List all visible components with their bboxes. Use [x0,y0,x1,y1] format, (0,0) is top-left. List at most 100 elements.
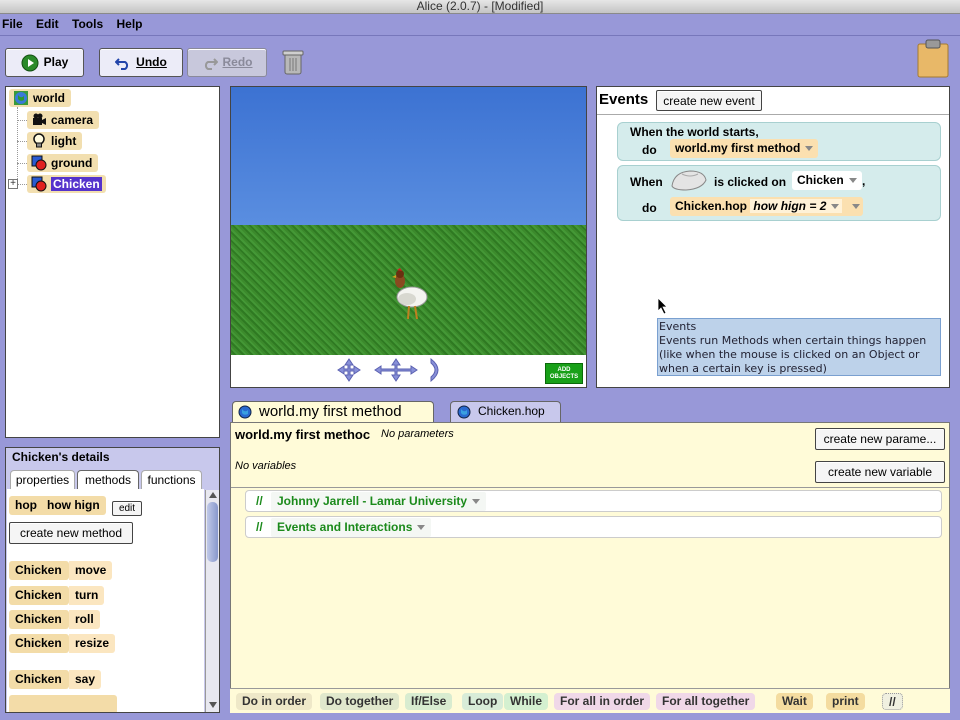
event-mouse-click[interactable]: When is clicked on Chicken , do Chicken.… [617,165,941,221]
tab-functions[interactable]: functions [141,470,202,489]
tree-label-camera: camera [51,113,94,127]
tree-label-light: light [51,134,77,148]
loop-tile[interactable]: Loop [462,693,504,710]
tab-chicken-hop[interactable]: Chicken.hop [450,401,561,422]
event-method-tile[interactable]: world.my first method [670,139,819,158]
play-icon [21,54,39,72]
tab-world-my-first-method[interactable]: world.my first method [232,401,434,423]
method-param-value[interactable]: how hign = 2 [750,199,843,213]
event-clicked-label: is clicked on [714,175,787,189]
event-method-tile[interactable]: Chicken.hop how hign = 2 [670,197,864,216]
menu-help[interactable]: Help [116,14,142,31]
comment-text-tile[interactable]: Events and Interactions [271,518,432,537]
scene-view: ADD OBJECTS [230,86,587,388]
tooltip-line: Events run Methods when certain things h… [659,334,927,347]
editor-divider [231,487,949,488]
menu-file[interactable]: File [2,14,23,31]
clicked-object-dropdown[interactable]: Chicken [792,171,862,190]
dropdown-arrow-icon[interactable] [417,525,426,531]
event-world-starts[interactable]: When the world starts, do world.my first… [617,122,941,161]
tree-item-ground[interactable]: ground [27,154,99,172]
redo-label: Redo [222,55,253,69]
mouse-cursor-icon [657,297,668,315]
method-partial-tile[interactable] [9,695,117,712]
move-camera-arrows-icon [337,358,361,382]
tab-label: Chicken.hop [478,404,545,418]
do-in-order-tile[interactable]: Do in order [236,693,313,710]
ground-object-icon [31,155,47,171]
dropdown-arrow-icon[interactable] [852,204,861,210]
method-move-tile[interactable]: move [69,561,113,580]
undo-icon [115,58,129,70]
comment-marker: // [256,520,263,534]
dropdown-arrow-icon[interactable] [472,499,481,505]
comment-marker: // [256,494,263,508]
details-panel: Chicken's details properties methods fun… [5,447,220,713]
camera-navigation-controls[interactable] [331,355,451,387]
no-parameters-label: No parameters [381,428,454,440]
wait-tile[interactable]: Wait [776,693,813,710]
edit-method-button[interactable]: edit [112,501,142,516]
tree-item-camera[interactable]: camera [27,111,100,129]
world-globe-icon [238,405,252,419]
tooltip-line: when a certain key is pressed) [659,362,827,375]
method-tile-hop[interactable]: hop how hign [9,496,106,515]
tree-expander[interactable]: + [8,179,18,189]
tooltip-line: Events [659,320,697,333]
tab-properties[interactable]: properties [10,470,75,489]
comment-text: Events and Interactions [277,520,413,534]
method-object-tile[interactable]: Chicken [9,634,69,653]
tree-item-light[interactable]: light [27,132,83,150]
methods-list: hop how hign edit create new method Chick… [7,489,204,712]
for-all-in-order-tile[interactable]: For all in order [554,693,651,710]
create-new-event-button[interactable]: create new event [656,90,762,111]
object-tree-panel: world camera light ground + Chicken [5,86,220,438]
editor-method-name: world.my first methoc [235,427,371,442]
comment-line[interactable]: // Johnny Jarrell - Lamar University [245,490,942,512]
dropdown-arrow-icon[interactable] [831,204,840,210]
tab-methods[interactable]: methods [77,470,139,490]
dropdown-arrow-icon[interactable] [805,146,814,152]
tab-label: world.my first method [259,403,402,420]
while-tile[interactable]: While [504,693,548,710]
method-object-tile[interactable]: Chicken [9,586,69,605]
method-object-tile[interactable]: Chicken [9,670,69,689]
events-title: Events [599,91,649,108]
comment-line[interactable]: // Events and Interactions [245,516,942,538]
redo-button[interactable]: Redo [187,48,267,77]
chicken-model[interactable] [387,267,437,323]
tree-line [17,120,27,121]
comment-text-tile[interactable]: Johnny Jarrell - Lamar University [271,492,487,511]
undo-button[interactable]: Undo [99,48,183,77]
clipboard-icon[interactable] [916,38,950,78]
create-new-parameter-button[interactable]: create new parame... [815,428,945,450]
play-button[interactable]: Play [5,48,84,77]
tree-line [17,184,27,185]
menu-edit[interactable]: Edit [36,14,59,31]
method-say-tile[interactable]: say [69,670,102,689]
method-param: how hign [47,498,100,512]
add-objects-button[interactable]: ADD OBJECTS [545,363,583,384]
if-else-tile[interactable]: If/Else [405,693,453,710]
tree-item-world[interactable]: world [9,89,71,107]
scroll-thumb[interactable] [207,502,218,562]
trash-icon[interactable] [282,48,304,76]
method-object-tile[interactable]: Chicken [9,561,69,580]
for-all-together-tile[interactable]: For all together [656,693,756,710]
menu-tools[interactable]: Tools [72,14,103,31]
chicken-object-icon [31,176,47,192]
print-tile[interactable]: print [826,693,865,710]
method-turn-tile[interactable]: turn [69,586,105,605]
comment-tile[interactable]: // [882,693,903,710]
tree-label-chicken: Chicken [51,177,102,191]
do-together-tile[interactable]: Do together [320,693,400,710]
create-new-variable-button[interactable]: create new variable [815,461,945,483]
create-new-method-button[interactable]: create new method [9,522,133,544]
scroll-up-icon[interactable] [209,492,217,498]
tree-item-chicken[interactable]: Chicken [27,175,106,193]
method-object-tile[interactable]: Chicken [9,610,69,629]
methods-scrollbar[interactable] [205,490,219,712]
method-roll-tile[interactable]: roll [69,610,100,629]
scroll-down-icon[interactable] [209,702,217,708]
method-resize-tile[interactable]: resize [69,634,116,653]
